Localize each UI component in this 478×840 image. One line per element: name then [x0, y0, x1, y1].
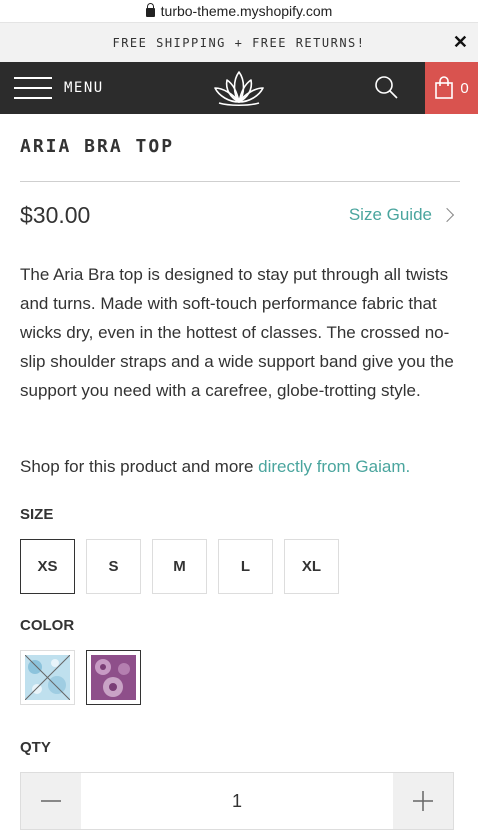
color-label: COLOR	[20, 617, 75, 634]
shopping-bag-icon	[435, 76, 454, 99]
size-guide-link[interactable]: Size Guide	[349, 205, 456, 225]
color-option-purple[interactable]	[86, 650, 141, 705]
product-title: ARIA BRA TOP	[20, 136, 175, 157]
lotus-logo-icon[interactable]	[209, 68, 269, 108]
chevron-right-icon	[439, 207, 455, 223]
purple-swatch-pattern	[91, 655, 136, 700]
search-icon[interactable]	[372, 74, 400, 102]
size-guide-label: Size Guide	[348, 205, 432, 224]
url-text: turbo-theme.myshopify.com	[160, 3, 333, 19]
shop-line: Shop for this product and more directly …	[20, 454, 460, 480]
title-divider	[20, 181, 460, 182]
close-icon[interactable]: ✕	[453, 32, 468, 53]
product-description: The Aria Bra top is designed to stay put…	[20, 265, 454, 400]
color-options	[20, 650, 141, 705]
size-options: XS S M L XL	[20, 539, 339, 594]
shop-line-prefix: Shop for this product and more	[20, 457, 259, 476]
cart-button[interactable]: 0	[425, 62, 478, 114]
size-option-m[interactable]: M	[152, 539, 207, 594]
quantity-input[interactable]	[81, 773, 393, 829]
quantity-stepper	[20, 772, 454, 830]
qty-label: QTY	[20, 739, 51, 756]
size-label: SIZE	[20, 506, 54, 523]
promo-banner: FREE SHIPPING + FREE RETURNS! ✕	[0, 22, 478, 62]
cart-count: 0	[460, 79, 469, 97]
promo-text: FREE SHIPPING + FREE RETURNS!	[112, 35, 366, 50]
site-header: MENU 0	[0, 62, 478, 114]
gaiam-link[interactable]: directly from Gaiam.	[258, 457, 410, 476]
product-price: $30.00	[20, 202, 91, 228]
browser-url-bar[interactable]: turbo-theme.myshopify.com	[0, 0, 478, 22]
decrease-qty-button[interactable]	[21, 773, 81, 829]
minus-icon	[41, 800, 61, 802]
lock-icon	[145, 3, 155, 17]
size-option-xl[interactable]: XL	[284, 539, 339, 594]
color-option-light-blue[interactable]	[20, 650, 75, 705]
size-option-xs[interactable]: XS	[20, 539, 75, 594]
hamburger-icon	[14, 75, 52, 101]
plus-icon	[413, 791, 433, 811]
size-option-s[interactable]: S	[86, 539, 141, 594]
light-blue-swatch-pattern	[24, 654, 71, 701]
menu-button[interactable]: MENU	[14, 62, 104, 114]
size-option-l[interactable]: L	[218, 539, 273, 594]
menu-label: MENU	[64, 80, 104, 96]
increase-qty-button[interactable]	[393, 773, 453, 829]
